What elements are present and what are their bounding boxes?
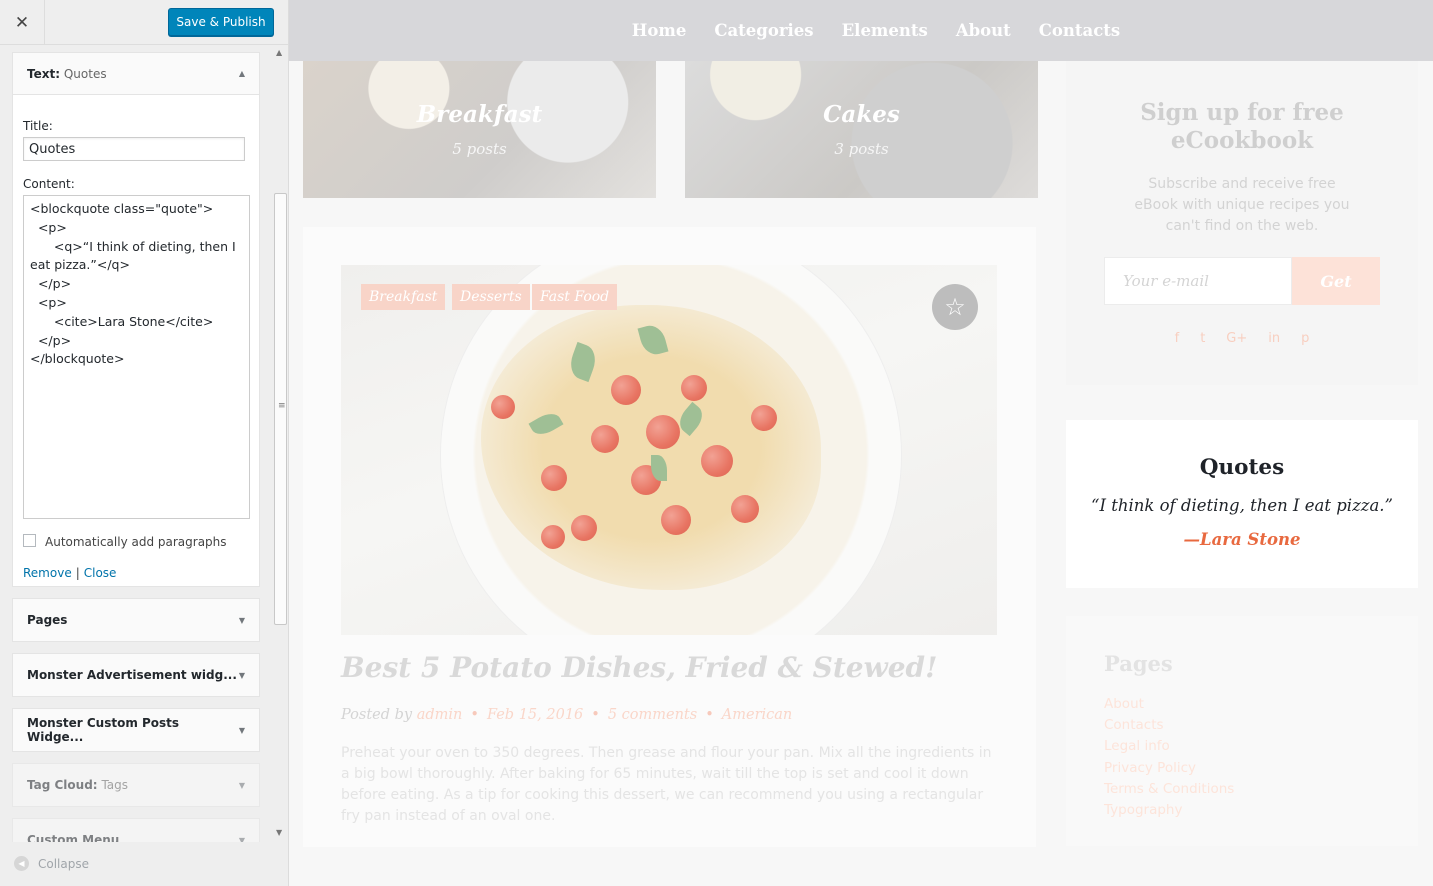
quote-cite: —Lara Stone: [1183, 530, 1301, 549]
category-count: 5 posts: [452, 140, 507, 158]
widget-custom-menu[interactable]: Custom Menu ▼: [12, 818, 260, 842]
widget-header-quotes[interactable]: Text: Quotes ▲: [13, 53, 259, 95]
category-name: Breakfast: [416, 101, 543, 128]
post-meta: Posted by admin • Feb 15, 2016 • 5 comments •…: [341, 707, 793, 723]
post-image[interactable]: Breakfast Desserts Fast Food ☆: [341, 265, 997, 635]
pages-title: Pages: [1104, 651, 1173, 676]
widget-subtitle: Tags: [101, 778, 129, 792]
post-author-link[interactable]: admin: [417, 707, 463, 723]
nav-about[interactable]: About: [956, 21, 1011, 40]
collapse-arrow-icon[interactable]: ▲: [239, 69, 245, 78]
widget-list: Text: Quotes ▲ Title: Content: <blockquo…: [0, 45, 273, 842]
customizer-header: ✕ Save & Publish: [0, 0, 288, 45]
category-name: Cakes: [823, 101, 900, 128]
autop-checkbox[interactable]: [23, 534, 36, 547]
expand-arrow-icon[interactable]: ▼: [239, 781, 245, 790]
title-label: Title:: [23, 119, 53, 133]
close-customizer-button[interactable]: ✕: [0, 0, 45, 45]
quotes-widget: Quotes “I think of dieting, then I eat p…: [1066, 420, 1418, 588]
page-link-privacy-policy[interactable]: Privacy Policy: [1104, 758, 1234, 779]
widget-name: Quotes: [63, 66, 107, 81]
actions-separator: |: [75, 566, 80, 580]
nav-home[interactable]: Home: [632, 21, 687, 40]
widget-title: Monster Custom Posts Widge...: [27, 716, 180, 744]
google-plus-icon[interactable]: G+: [1226, 331, 1247, 346]
post-comments-link[interactable]: 5 comments: [608, 707, 697, 723]
nav-categories[interactable]: Categories: [714, 21, 813, 40]
post-card: Breakfast Desserts Fast Food ☆ Best 5 Po…: [303, 227, 1036, 847]
post-excerpt: Preheat your oven to 350 degrees. Then g…: [341, 745, 992, 824]
scroll-thumb[interactable]: ≡: [274, 193, 287, 625]
main-nav: Home Categories Elements About Contacts: [289, 0, 1433, 61]
page-link-contacts[interactable]: Contacts: [1104, 715, 1234, 736]
scroll-down-icon[interactable]: ▼: [276, 828, 282, 837]
post-tag[interactable]: Fast Food: [532, 284, 618, 310]
post-cuisine-link[interactable]: American: [722, 707, 792, 723]
signup-title: Sign up for free eCookbook: [1140, 99, 1344, 154]
get-button[interactable]: Get: [1292, 257, 1380, 305]
page-link-terms[interactable]: Terms & Conditions: [1104, 779, 1234, 800]
linkedin-icon[interactable]: in: [1268, 331, 1280, 346]
posted-by-label: Posted by: [341, 707, 413, 723]
close-icon: ✕: [14, 12, 30, 33]
quote-text: “I think of dieting, then I eat pizza.”: [1091, 496, 1393, 515]
widget-type-label: Text:: [27, 66, 61, 81]
facebook-icon[interactable]: f: [1175, 331, 1180, 346]
expand-arrow-icon[interactable]: ▼: [239, 671, 245, 680]
pages-list: About Contacts Legal info Privacy Policy…: [1104, 694, 1234, 821]
page-link-legal-info[interactable]: Legal info: [1104, 736, 1234, 757]
text-widget-quotes: Text: Quotes ▲ Title: Content: <blockquo…: [12, 52, 260, 587]
category-tile-breakfast[interactable]: Breakfast 5 posts: [303, 61, 656, 198]
widget-pages[interactable]: Pages ▼: [12, 598, 260, 642]
nav-elements[interactable]: Elements: [842, 21, 928, 40]
signup-text: Subscribe and receive free eBook with un…: [1134, 176, 1350, 234]
collapse-arrow-icon: ◀: [14, 856, 29, 871]
nav-contacts[interactable]: Contacts: [1039, 21, 1120, 40]
post-title[interactable]: Best 5 Potato Dishes, Fried & Stewed!: [341, 651, 937, 684]
save-publish-button[interactable]: Save & Publish: [168, 8, 274, 36]
category-count: 3 posts: [834, 140, 889, 158]
autop-label: Automatically add paragraphs: [45, 535, 227, 549]
content-label: Content:: [23, 177, 75, 191]
post-date-link[interactable]: Feb 15, 2016: [487, 707, 583, 723]
remove-link[interactable]: Remove: [23, 566, 72, 580]
content-textarea[interactable]: <blockquote class="quote"> <p> <q>“I thi…: [23, 195, 250, 519]
post-tag[interactable]: Desserts: [452, 284, 530, 310]
page-link-typography[interactable]: Typography: [1104, 800, 1234, 821]
widget-title: Custom Menu: [27, 833, 120, 842]
expand-arrow-icon[interactable]: ▼: [239, 616, 245, 625]
quotes-title: Quotes: [1199, 455, 1285, 480]
widget-monster-advertisement[interactable]: Monster Advertisement widg... ▼: [12, 653, 260, 697]
collapse-label: Collapse: [38, 856, 89, 871]
expand-arrow-icon[interactable]: ▼: [239, 726, 245, 735]
social-links: f t G+ in p: [1066, 331, 1418, 346]
customizer-panel: ✕ Save & Publish Text: Quotes ▲ Title: C…: [0, 0, 289, 886]
scroll-up-icon[interactable]: ▲: [276, 48, 282, 57]
site-preview: Home Categories Elements About Contacts …: [289, 0, 1433, 886]
post-tag[interactable]: Breakfast: [361, 284, 446, 310]
signup-widget: Sign up for free eCookbook Subscribe and…: [1066, 61, 1418, 385]
twitter-icon[interactable]: t: [1200, 331, 1205, 346]
panel-scrollbar[interactable]: ▲ ≡ ▼: [273, 45, 288, 842]
title-input[interactable]: [23, 137, 245, 161]
widget-monster-custom-posts[interactable]: Monster Custom Posts Widge... ▼: [12, 708, 260, 752]
grip-icon: ≡: [278, 401, 286, 411]
pinterest-icon[interactable]: p: [1301, 331, 1309, 346]
category-tile-cakes[interactable]: Cakes 3 posts: [685, 61, 1038, 198]
expand-arrow-icon[interactable]: ▼: [239, 836, 245, 843]
page-link-about[interactable]: About: [1104, 694, 1234, 715]
favorite-star-icon[interactable]: ☆: [932, 284, 978, 330]
collapse-button[interactable]: ◀ Collapse: [14, 856, 89, 871]
widget-title: Pages: [27, 613, 68, 627]
pages-widget: Pages About Contacts Legal info Privacy …: [1066, 616, 1418, 846]
widget-title: Tag Cloud:: [27, 778, 98, 792]
close-link[interactable]: Close: [84, 566, 117, 580]
widget-title: Monster Advertisement widg...: [27, 668, 237, 682]
widget-tag-cloud[interactable]: Tag Cloud: Tags ▼: [12, 763, 260, 807]
widget-actions: Remove | Close: [23, 566, 116, 580]
email-input[interactable]: Your e-mail: [1104, 257, 1292, 305]
